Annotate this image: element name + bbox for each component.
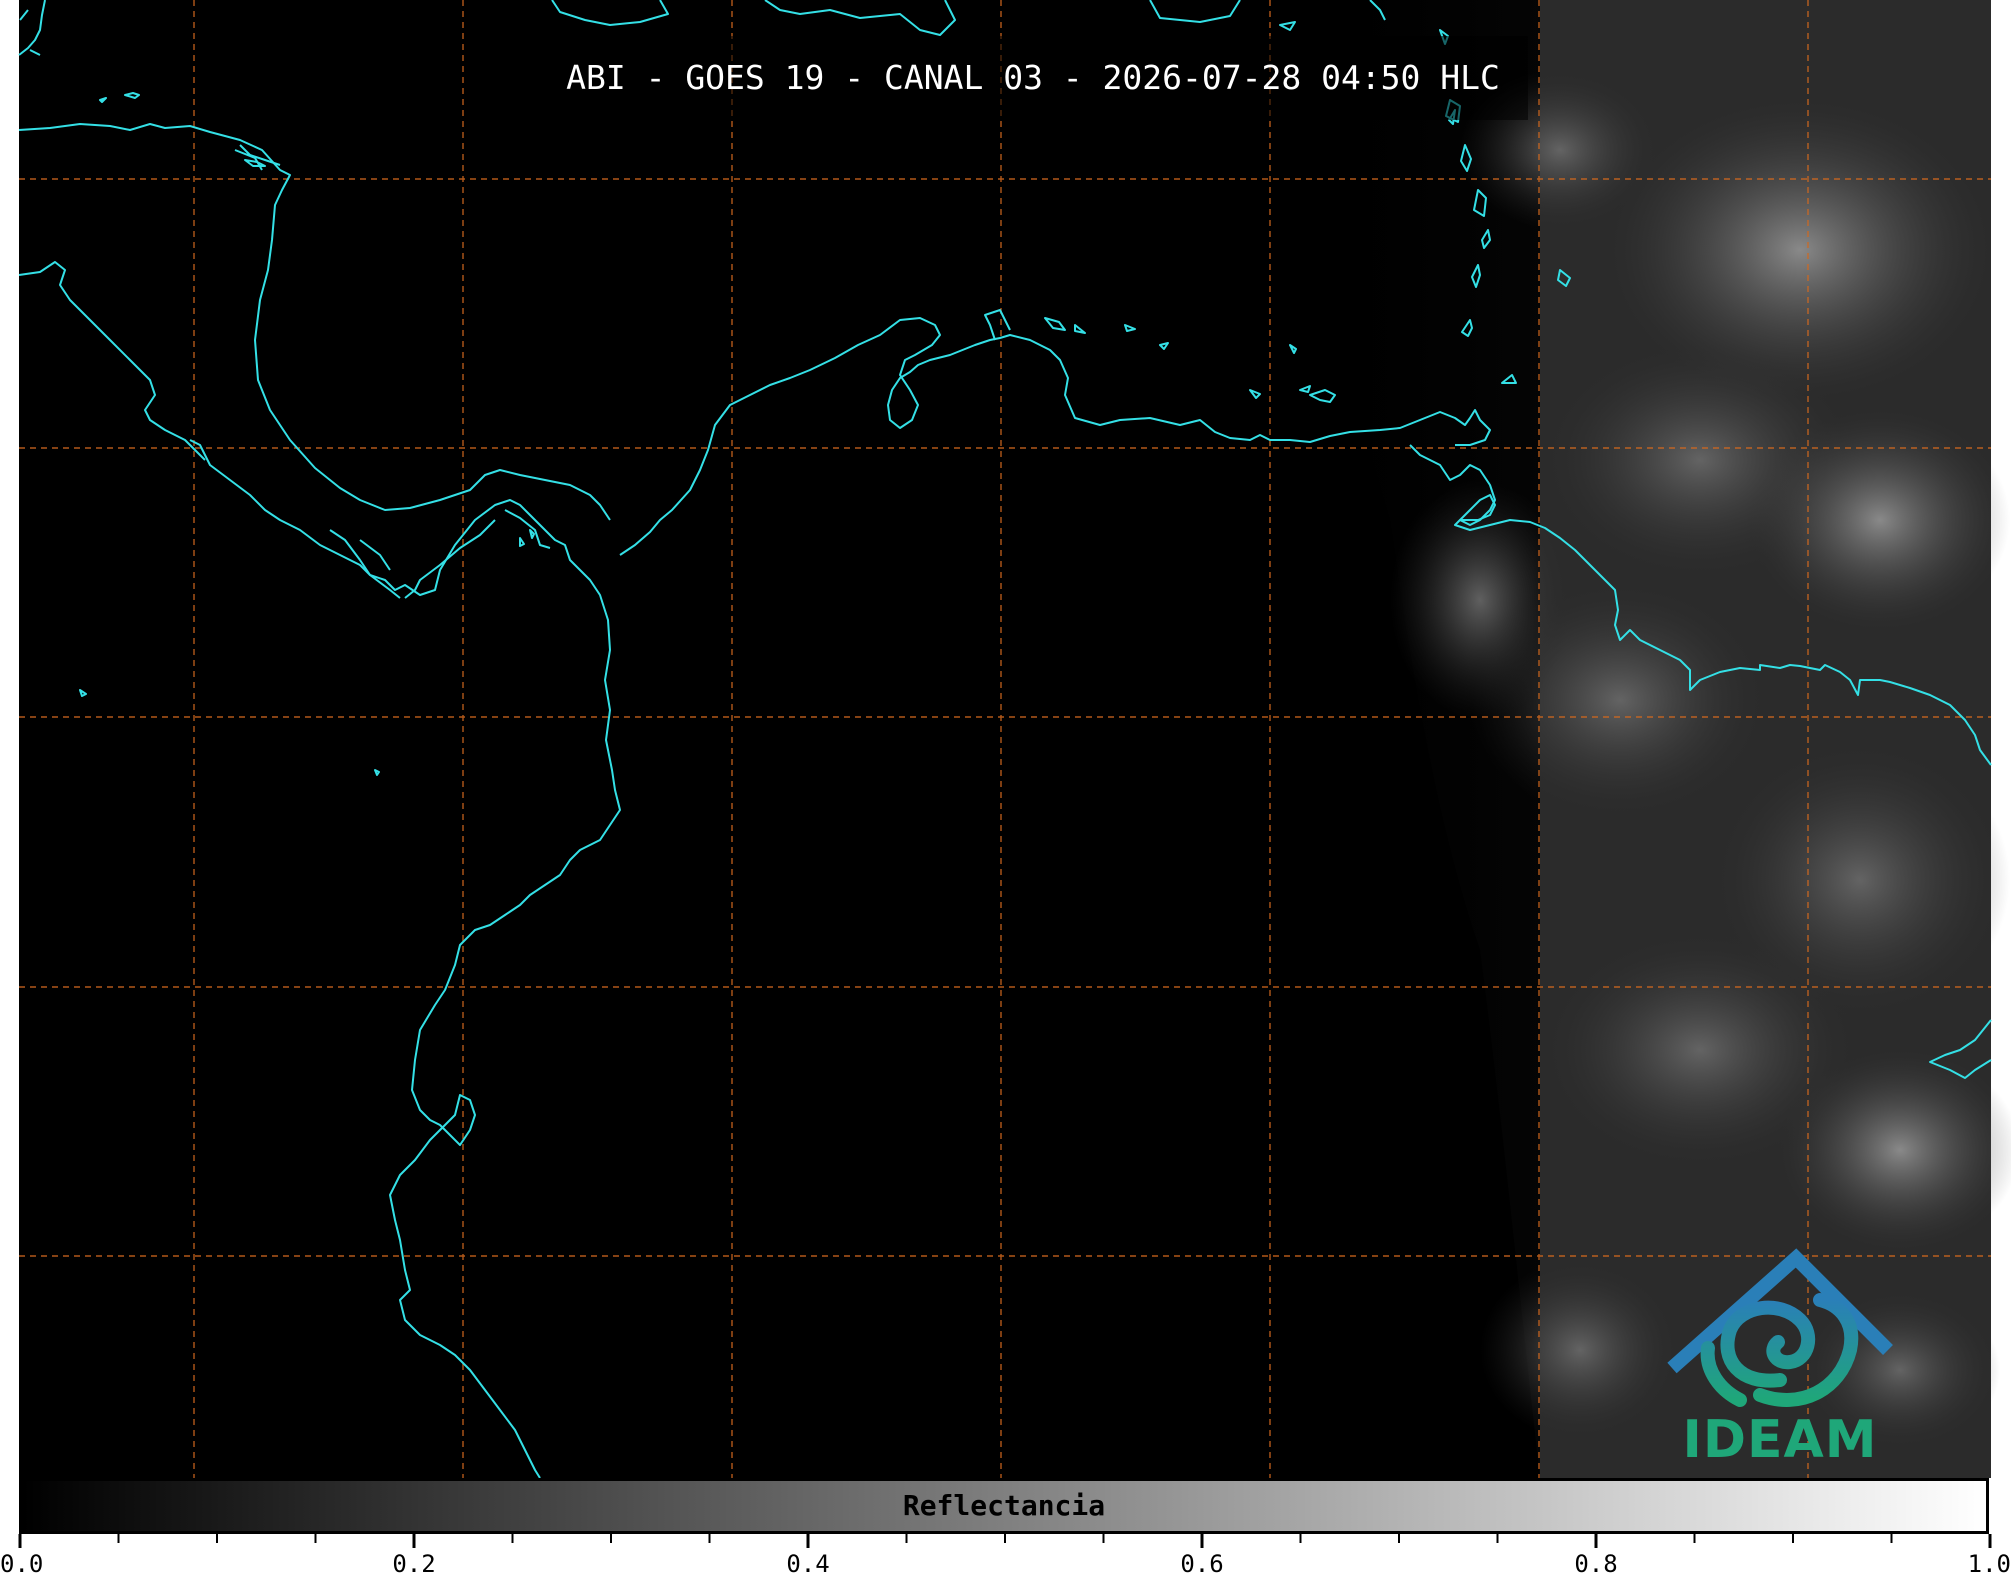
colorbar-label: Reflectancia	[902, 1489, 1106, 1522]
colorbar: Reflectancia	[19, 1478, 1989, 1534]
ideam-logo-text: IDEAM	[1682, 1410, 1878, 1470]
map-title: ABI - GOES 19 - CANAL 03 - 2026-07-28 04…	[538, 36, 1528, 120]
satellite-map	[18, 0, 2011, 1479]
